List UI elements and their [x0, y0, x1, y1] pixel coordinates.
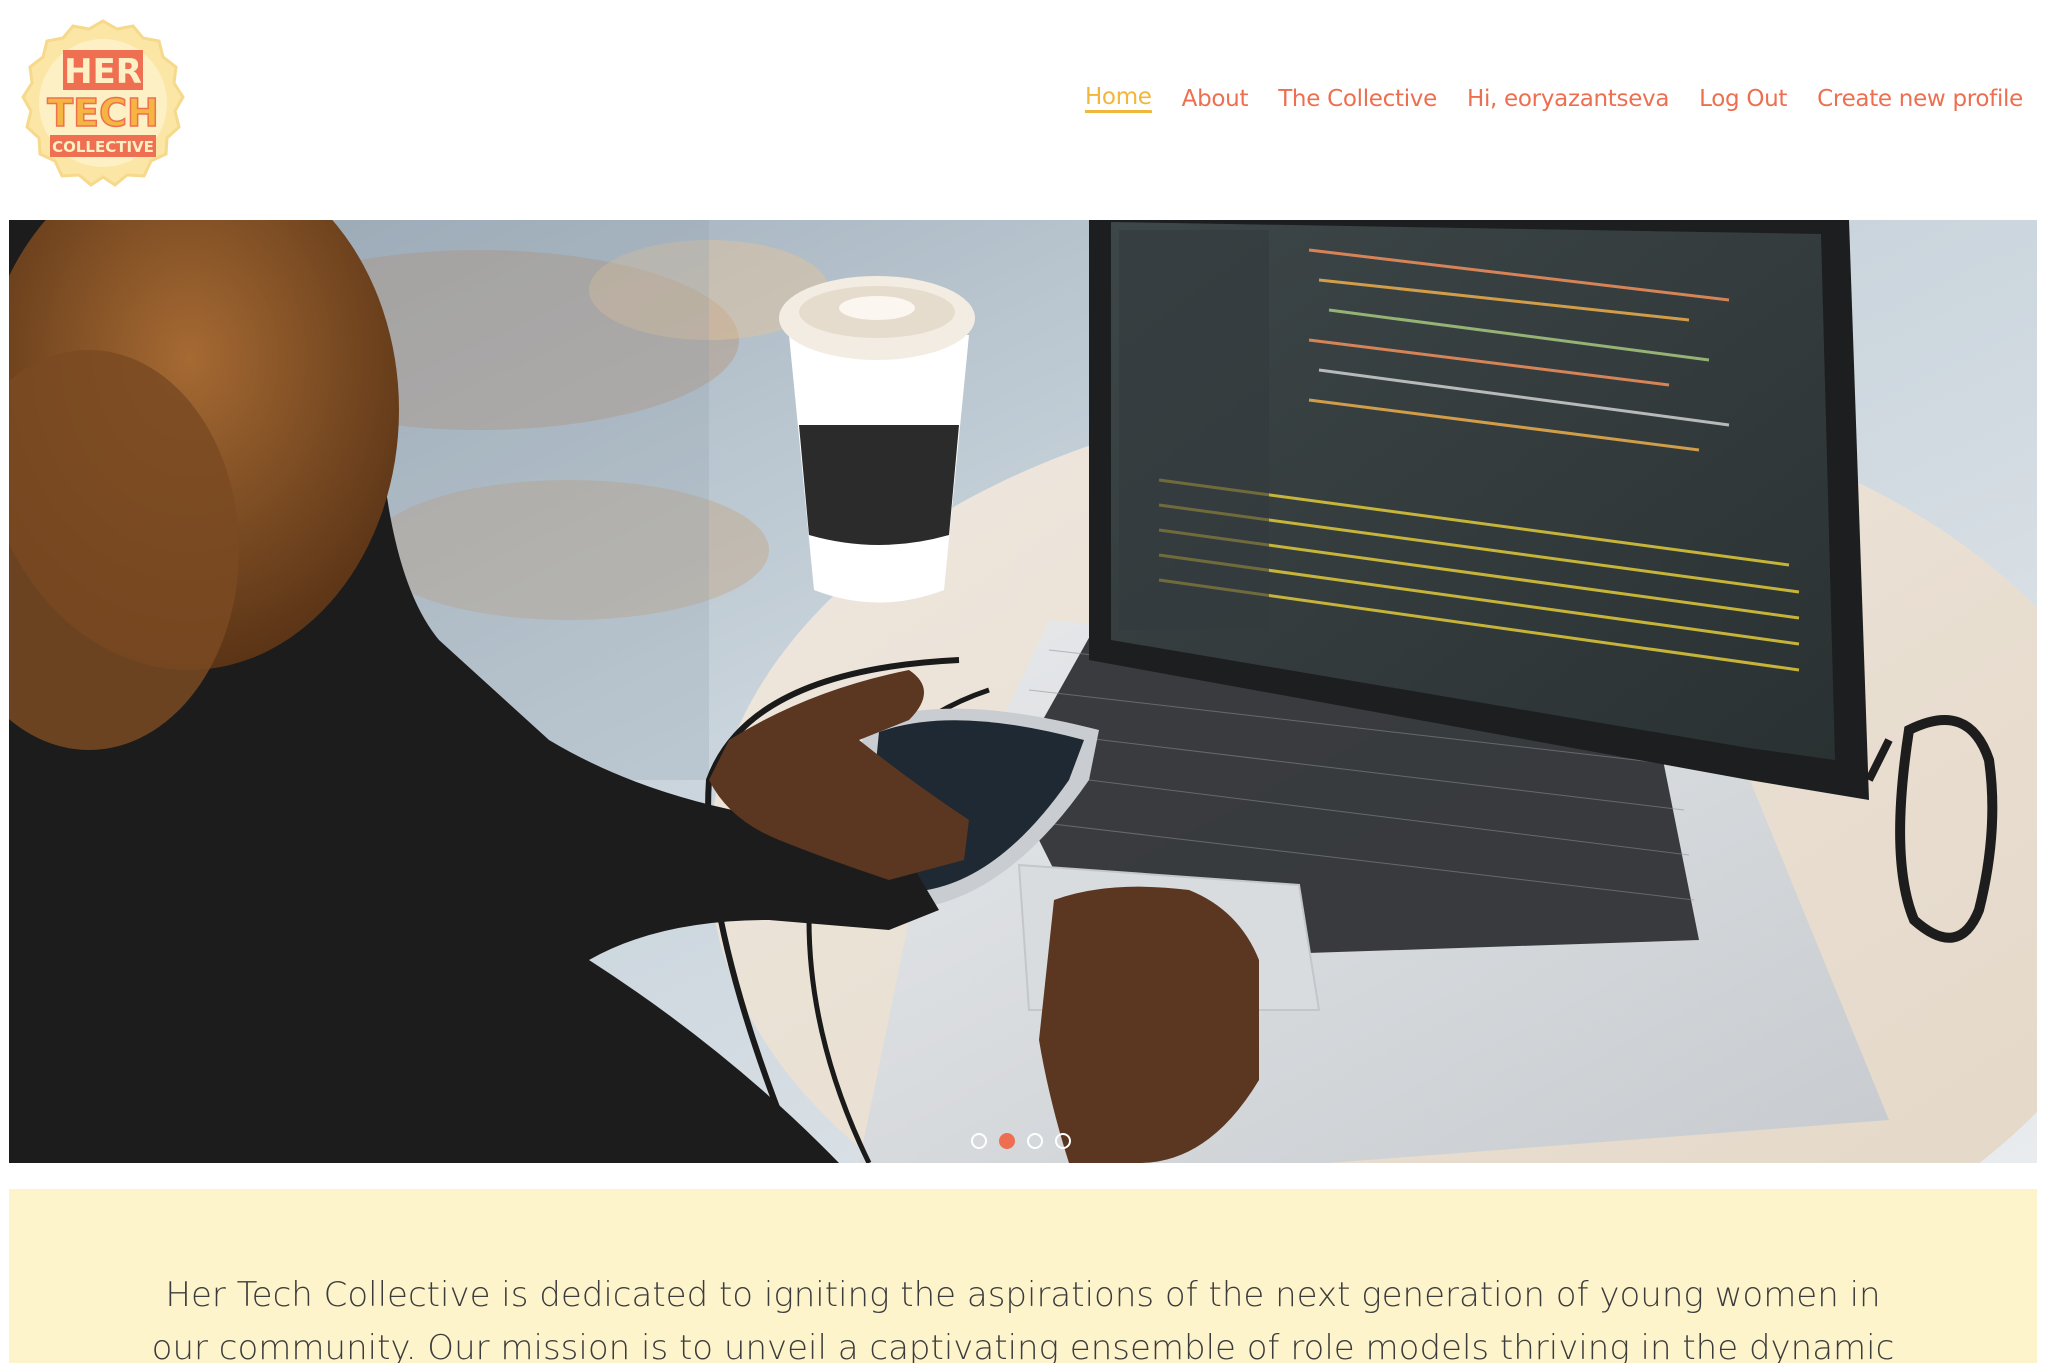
carousel-dot-2-active[interactable]	[999, 1133, 1015, 1149]
nav-log-out-link[interactable]: Log Out	[1699, 86, 1787, 112]
nav-create-profile-link[interactable]: Create new profile	[1817, 86, 2023, 112]
carousel-dot-4[interactable]	[1055, 1133, 1071, 1149]
logo-badge-icon: HER TECH COLLECTIVE	[21, 19, 185, 187]
nav-home-link[interactable]: Home	[1084, 84, 1152, 113]
hero-photo-woman-coding-on-laptop	[9, 220, 2037, 1163]
mission-section: Her Tech Collective is dedicated to igni…	[9, 1189, 2037, 1363]
carousel-dot-1[interactable]	[971, 1133, 987, 1149]
her-tech-collective-logo[interactable]: HER TECH COLLECTIVE	[17, 17, 189, 189]
logo-text-tech: TECH	[47, 91, 159, 135]
nav-the-collective-link[interactable]: The Collective	[1278, 86, 1437, 112]
main-nav: Home About The Collective Hi, eoryazants…	[1084, 84, 2023, 113]
hero-carousel	[9, 220, 2037, 1163]
logo-text-her: HER	[64, 52, 142, 92]
carousel-dot-3[interactable]	[1027, 1133, 1043, 1149]
carousel-indicators	[9, 1133, 2035, 1149]
nav-about-link[interactable]: About	[1182, 86, 1249, 112]
nav-user-greeting-link[interactable]: Hi, eoryazantseva	[1467, 86, 1670, 112]
page: HER TECH COLLECTIVE Home About The Colle…	[0, 0, 2047, 1363]
logo-text-collective: COLLECTIVE	[52, 138, 154, 156]
mission-text: Her Tech Collective is dedicated to igni…	[151, 1275, 1895, 1363]
site-header: HER TECH COLLECTIVE Home About The Colle…	[0, 0, 2047, 220]
